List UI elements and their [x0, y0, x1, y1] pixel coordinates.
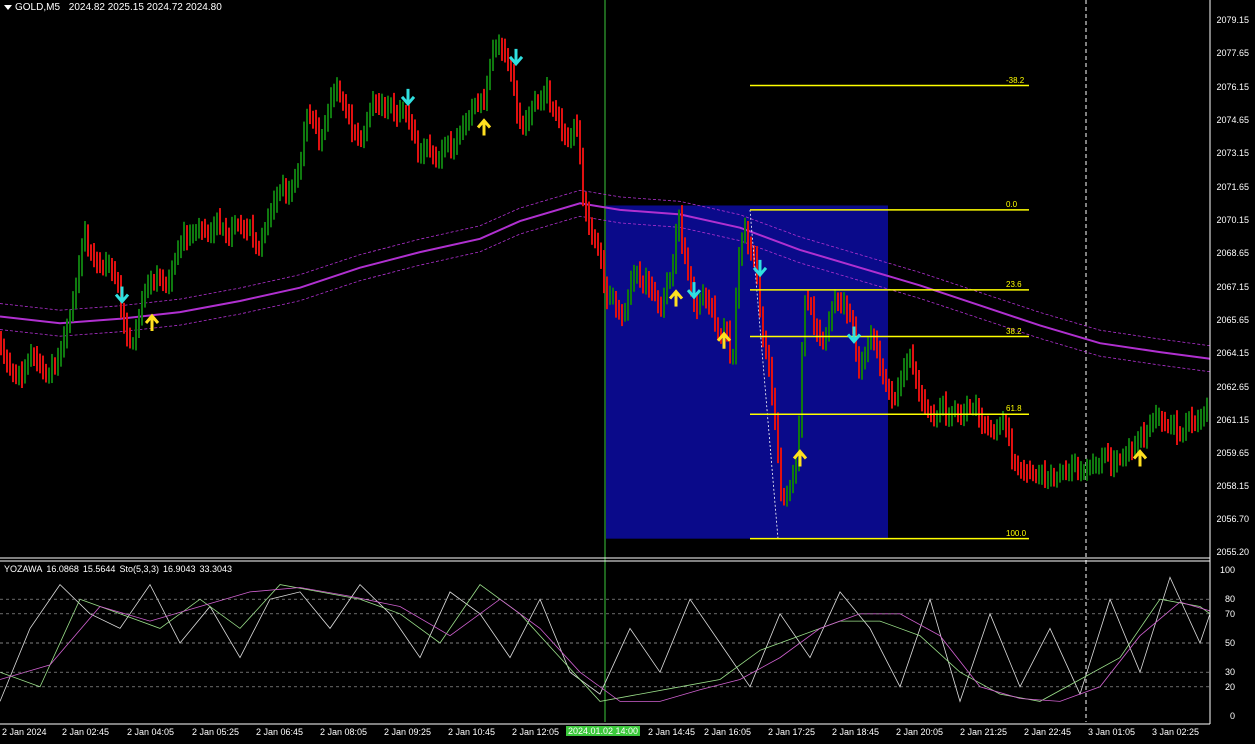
stoch-value-2: 33.3043 [199, 564, 233, 574]
indicator-name: YOZAWA [4, 564, 43, 574]
chart-canvas[interactable] [0, 0, 1255, 744]
price-bars [0, 34, 1208, 507]
fib-level-label: -38.2 [1006, 75, 1025, 85]
time-axis-label: 2 Jan 12:05 [512, 727, 560, 737]
indicator-header: YOZAWA 16.0868 15.5644 Sto(5,3,3) 16.9043 33.… [4, 564, 236, 574]
menu-triangle-icon[interactable] [4, 4, 12, 10]
time-axis-label: 2 Jan 04:05 [127, 727, 175, 737]
price-axis-label: 2065.65 [1216, 314, 1249, 325]
time-axis-label: 2 Jan 14:45 [648, 727, 696, 737]
ohlc-high: 2025.15 [107, 2, 144, 13]
price-axis-label: 2067.15 [1216, 281, 1249, 292]
price-axis-label: 2059.65 [1216, 448, 1249, 459]
time-axis-label: 2 Jan 06:45 [256, 727, 304, 737]
indicator-axis-label: 0 [1229, 711, 1235, 721]
ohlc-low: 2024.72 [146, 2, 183, 13]
price-axis-label: 2062.65 [1216, 381, 1249, 392]
indicator-value-2: 15.5644 [82, 564, 116, 574]
price-axis-label: 2055.20 [1216, 547, 1249, 557]
time-axis-label: 2 Jan 17:25 [768, 727, 816, 737]
fib-level-label: 23.6 [1006, 279, 1022, 289]
indicator-axis-label: 20 [1224, 681, 1235, 692]
ohlc-header: GOLD,M5 2024.82 2025.15 2024.72 2024.80 [4, 2, 222, 13]
fib-level-label: 0.0 [1006, 199, 1018, 209]
price-axis-label: 2068.65 [1216, 248, 1249, 259]
time-axis-label: 2 Jan 09:25 [384, 727, 432, 737]
time-axis-label: 2 Jan 2024 [2, 727, 47, 737]
ohlc-open: 2024.82 [68, 2, 105, 13]
time-axis-label: 2 Jan 08:05 [320, 727, 368, 737]
price-axis-label: 2058.15 [1216, 481, 1249, 492]
price-axis-label: 2070.15 [1216, 214, 1249, 225]
time-axis-label: 2 Jan 20:05 [896, 727, 944, 737]
time-axis-label: 2 Jan 10:45 [448, 727, 496, 737]
up-arrow-icon [476, 118, 492, 136]
indicator-axis-label: 70 [1224, 608, 1235, 619]
selection-rectangle [606, 205, 888, 539]
stoch-value-1: 16.9043 [162, 564, 196, 574]
indicator-axis-label: 80 [1224, 594, 1235, 605]
time-axis-label: 3 Jan 02:25 [1152, 727, 1200, 737]
crosshair-time-label: 2024.01.02 14:00 [566, 726, 641, 736]
symbol-timeframe: GOLD,M5 [15, 2, 61, 13]
time-axis-label: 2 Jan 21:25 [960, 727, 1008, 737]
fib-level-label: 100.0 [1006, 528, 1027, 538]
fib-level-label: 38.2 [1006, 326, 1022, 336]
ohlc-close: 2024.80 [185, 2, 222, 13]
price-axis-label: 2077.65 [1216, 48, 1249, 59]
price-axis-label: 2074.65 [1216, 114, 1249, 125]
indicator-axis-label: 50 [1224, 638, 1235, 648]
indicator-axis-label: 30 [1224, 667, 1235, 678]
indicator-axis-label: 100 [1219, 565, 1235, 575]
price-axis-label: 2079.15 [1216, 15, 1249, 25]
time-axis-label: 2 Jan 16:05 [704, 727, 752, 737]
fib-level-label: 61.8 [1006, 404, 1022, 414]
time-axis-label: 2 Jan 18:45 [832, 727, 880, 737]
time-axis-label: 2 Jan 02:45 [62, 727, 110, 737]
time-axis-label: 2 Jan 05:25 [192, 727, 240, 737]
price-axis-label: 2056.70 [1216, 513, 1249, 524]
price-axis-label: 2076.15 [1216, 81, 1249, 92]
stoch-name: Sto(5,3,3) [119, 564, 159, 574]
selection-box [606, 205, 888, 539]
price-axis-label: 2073.15 [1216, 148, 1249, 159]
time-axis-label: 3 Jan 01:05 [1088, 727, 1136, 737]
up-arrow-icon [144, 313, 160, 331]
price-axis-label: 2071.65 [1216, 181, 1249, 192]
price-axis-label: 2064.15 [1216, 348, 1249, 359]
indicator-value-1: 16.0868 [46, 564, 79, 574]
price-axis-label: 2061.15 [1216, 414, 1249, 425]
time-axis-label: 2 Jan 22:45 [1024, 727, 1072, 737]
